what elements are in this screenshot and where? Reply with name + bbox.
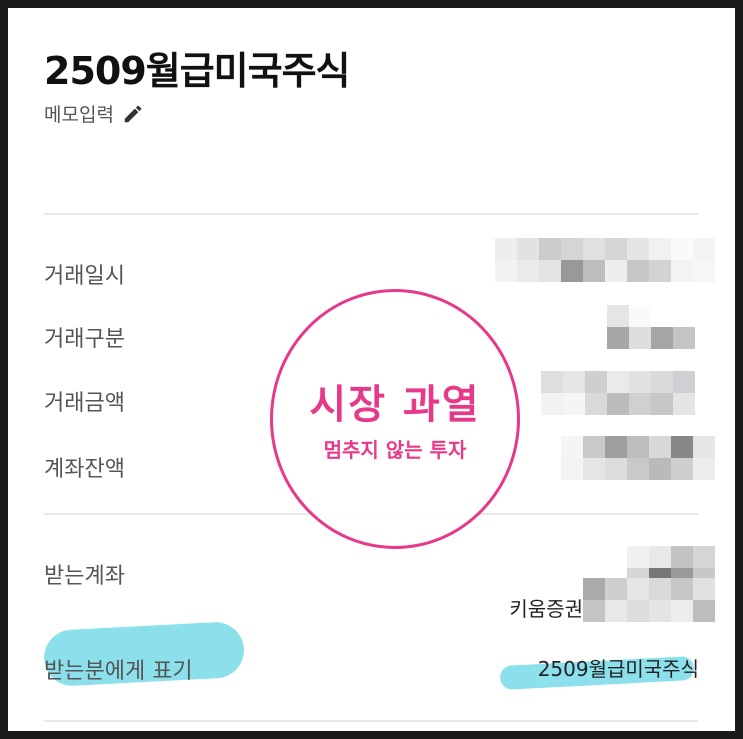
receiving-account-label: 받는계좌 — [44, 564, 125, 589]
bank-name: 키움증권 — [509, 597, 583, 621]
section-divider — [44, 720, 698, 722]
pencil-icon — [124, 105, 142, 122]
stamp-main-text: 시장 과열 — [309, 382, 481, 428]
transaction-detail-card: 2509월급미국주식 메모입력 거래일시 거래구분 거래금액 계좌잔액 받는계좌… — [8, 8, 735, 731]
section-divider — [44, 213, 698, 215]
trade-datetime-value-redacted — [495, 238, 715, 282]
watermark-stamp: 시장 과열 멈추지 않는 투자 — [270, 289, 520, 549]
recipient-display-label: 받는분에게 표기 — [44, 659, 193, 684]
trade-type-label: 거래구분 — [44, 327, 125, 352]
trade-type-value-redacted — [607, 305, 695, 349]
page-title: 2509월급미국주식 — [44, 49, 351, 93]
trade-amount-value-redacted — [541, 371, 695, 415]
memo-input-button[interactable]: 메모입력 — [44, 100, 144, 127]
trade-amount-label: 거래금액 — [44, 391, 125, 416]
trade-datetime-label: 거래일시 — [44, 264, 125, 289]
account-balance-value-redacted — [561, 436, 715, 480]
memo-label: 메모입력 — [44, 104, 114, 126]
account-balance-label: 계좌잔액 — [44, 457, 125, 482]
stamp-sub-text: 멈추지 않는 투자 — [323, 438, 467, 462]
account-holder-redacted — [583, 578, 715, 622]
recipient-display-value: 2509월급미국주식 — [537, 657, 699, 681]
